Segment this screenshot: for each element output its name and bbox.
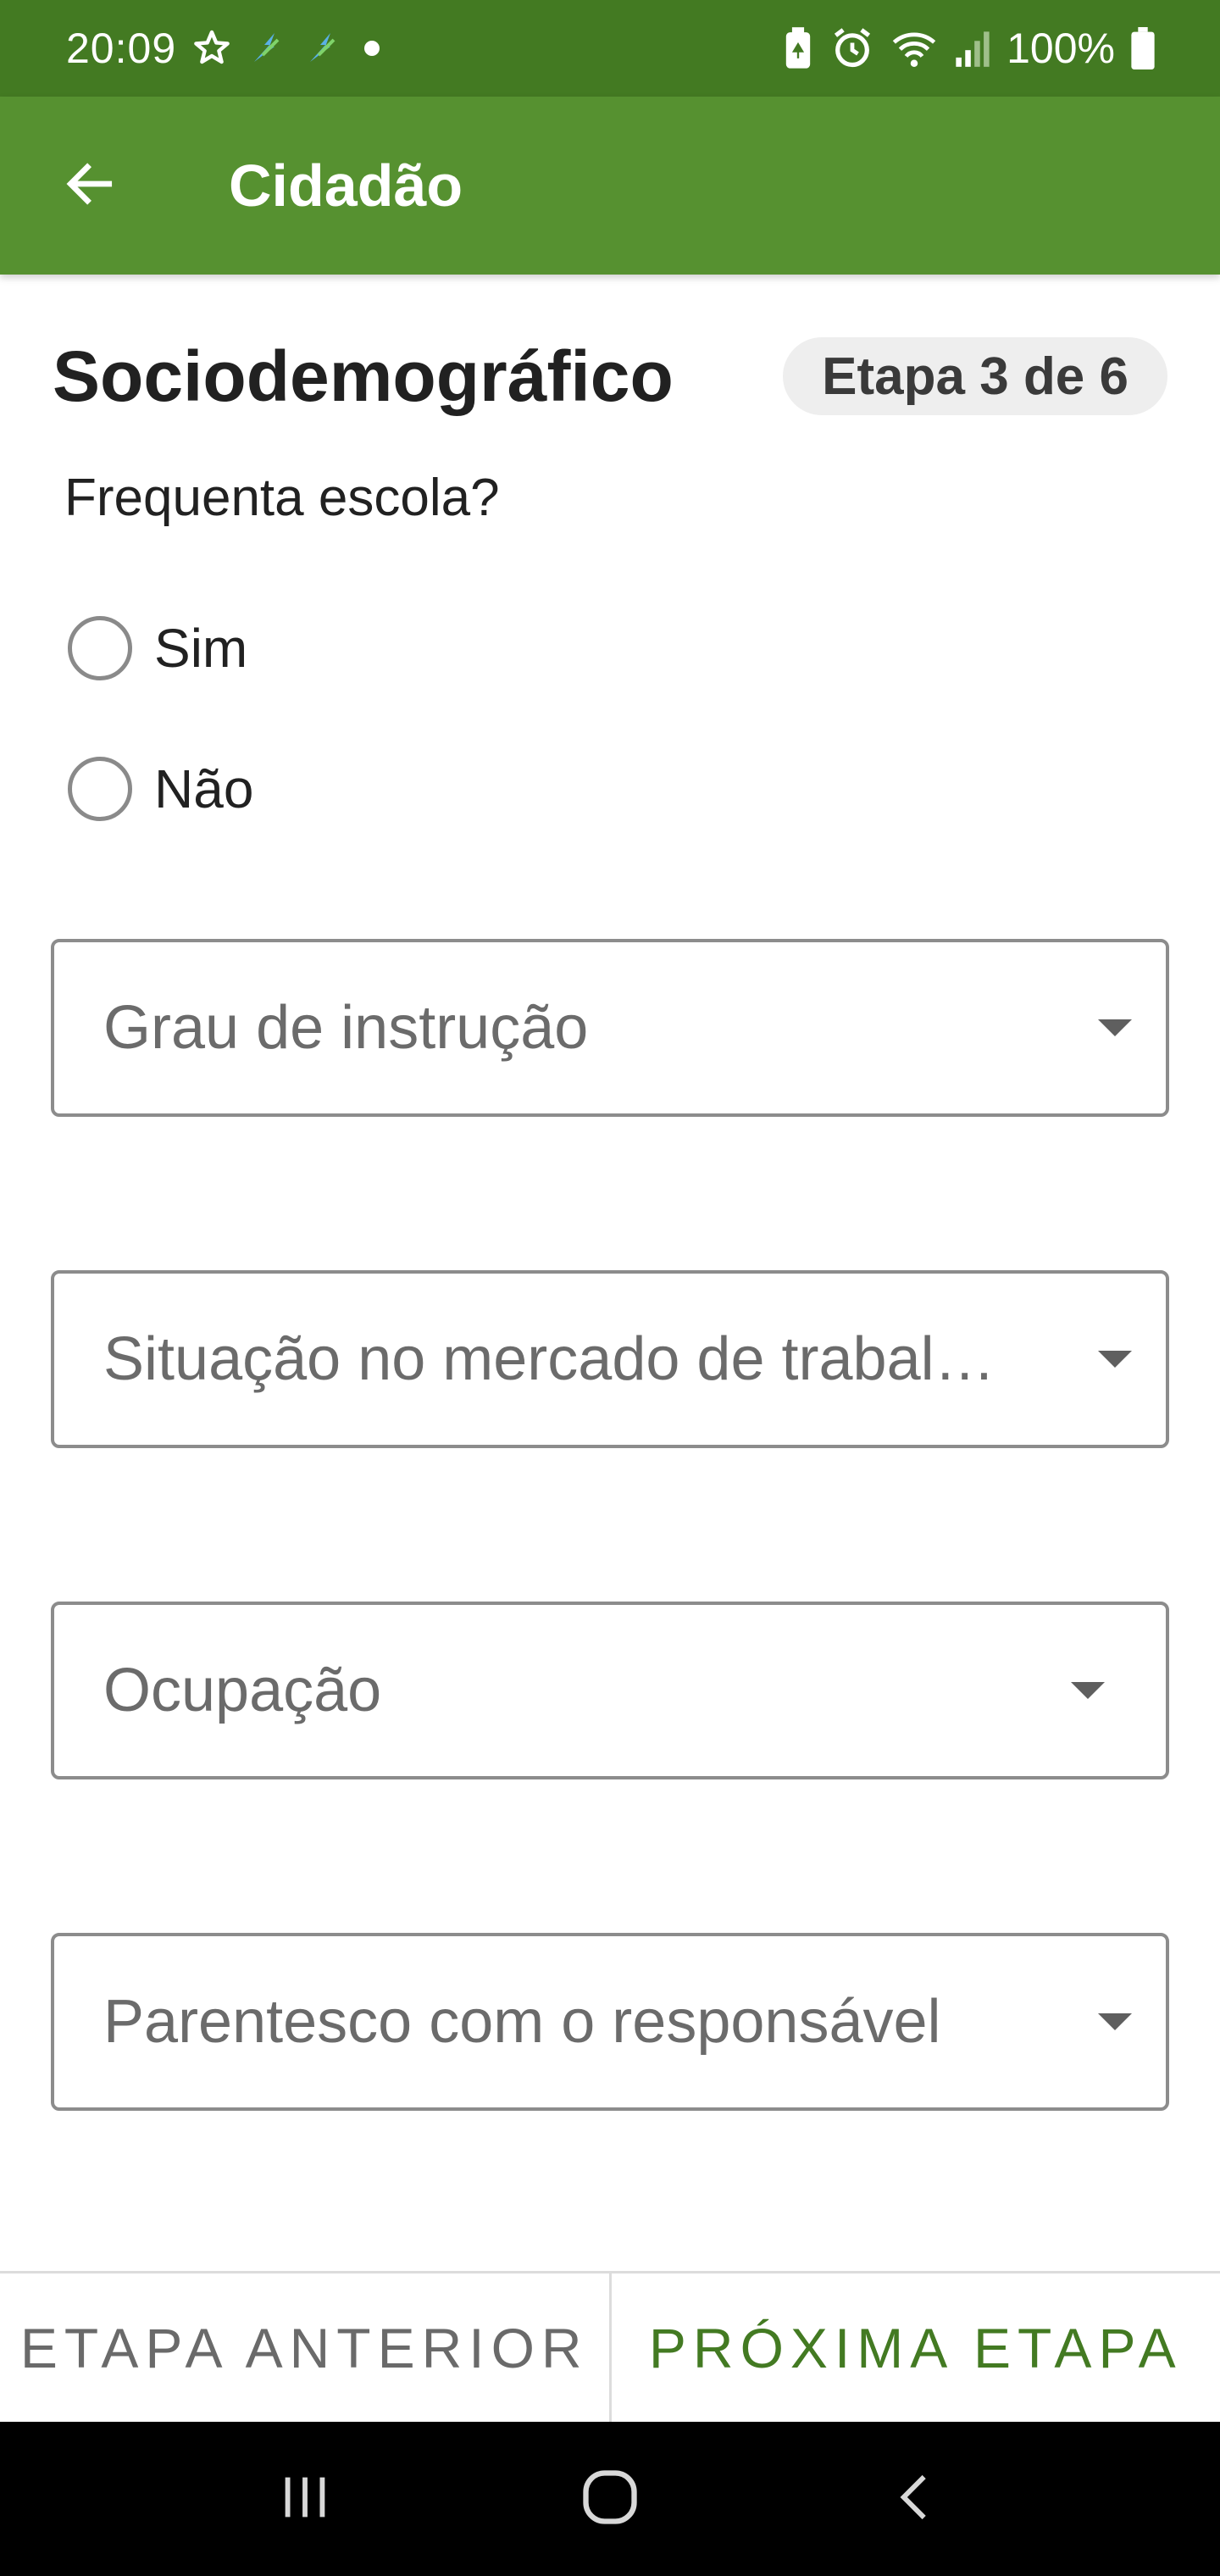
battery-saver-icon — [781, 26, 815, 70]
status-left: 20:09 — [66, 24, 385, 73]
star-icon — [191, 28, 232, 69]
ocupacao-dropdown[interactable]: Ocupação — [51, 1602, 1169, 1779]
radio-option-sim[interactable]: Sim — [68, 610, 247, 686]
recent-apps-icon — [275, 2468, 335, 2531]
battery-icon — [1130, 27, 1156, 69]
back-button[interactable] — [47, 143, 132, 228]
battery-percent: 100% — [1006, 25, 1115, 72]
home-icon — [578, 2465, 642, 2534]
status-bar: 20:09 100% — [0, 0, 1220, 97]
signal-icon — [954, 28, 991, 69]
dropdown-arrow-icon — [1098, 2013, 1132, 2030]
status-right: 100% — [781, 24, 1156, 73]
step-navigation-bar: ETAPA ANTERIOR PRÓXIMA ETAPA — [0, 2271, 1220, 2422]
status-time: 20:09 — [66, 25, 177, 72]
radio-option-nao[interactable]: Não — [68, 751, 253, 827]
previous-step-button[interactable]: ETAPA ANTERIOR — [0, 2273, 612, 2422]
dropdown-placeholder: Parentesco com o responsável — [103, 1988, 941, 2056]
wifi-icon — [890, 26, 939, 70]
dropdown-arrow-icon — [1098, 1019, 1132, 1036]
bolt-icon — [303, 28, 344, 69]
grau-instrucao-dropdown[interactable]: Grau de instrução — [51, 939, 1169, 1117]
section-header: Sociodemográfico Etapa 3 de 6 — [53, 334, 1167, 419]
chevron-left-icon — [888, 2468, 942, 2531]
app-title: Cidadão — [229, 153, 463, 219]
situacao-mercado-dropdown[interactable]: Situação no mercado de trabal… — [51, 1270, 1169, 1448]
radio-label: Não — [154, 758, 254, 819]
next-step-button[interactable]: PRÓXIMA ETAPA — [612, 2273, 1220, 2422]
dot-icon — [359, 36, 385, 61]
recent-apps-button[interactable] — [254, 2448, 356, 2550]
radio-button[interactable] — [68, 757, 132, 821]
dropdown-arrow-icon — [1071, 1682, 1105, 1699]
alarm-icon — [830, 26, 874, 70]
parentesco-dropdown[interactable]: Parentesco com o responsável — [51, 1933, 1169, 2111]
step-badge: Etapa 3 de 6 — [783, 337, 1167, 415]
app-bar: Cidadão — [0, 97, 1220, 275]
radio-button[interactable] — [68, 616, 132, 680]
radio-label: Sim — [154, 618, 248, 679]
arrow-left-icon — [61, 155, 119, 217]
question-label: Frequenta escola? — [64, 469, 500, 527]
dropdown-placeholder: Ocupação — [103, 1657, 382, 1724]
system-nav-bar — [0, 2422, 1220, 2576]
system-back-button[interactable] — [864, 2448, 966, 2550]
bolt-icon — [247, 28, 288, 69]
dropdown-placeholder: Situação no mercado de trabal… — [103, 1325, 995, 1393]
dropdown-arrow-icon — [1098, 1351, 1132, 1368]
dropdown-placeholder: Grau de instrução — [103, 994, 589, 1062]
home-button[interactable] — [559, 2448, 661, 2550]
section-title: Sociodemográfico — [53, 336, 674, 416]
